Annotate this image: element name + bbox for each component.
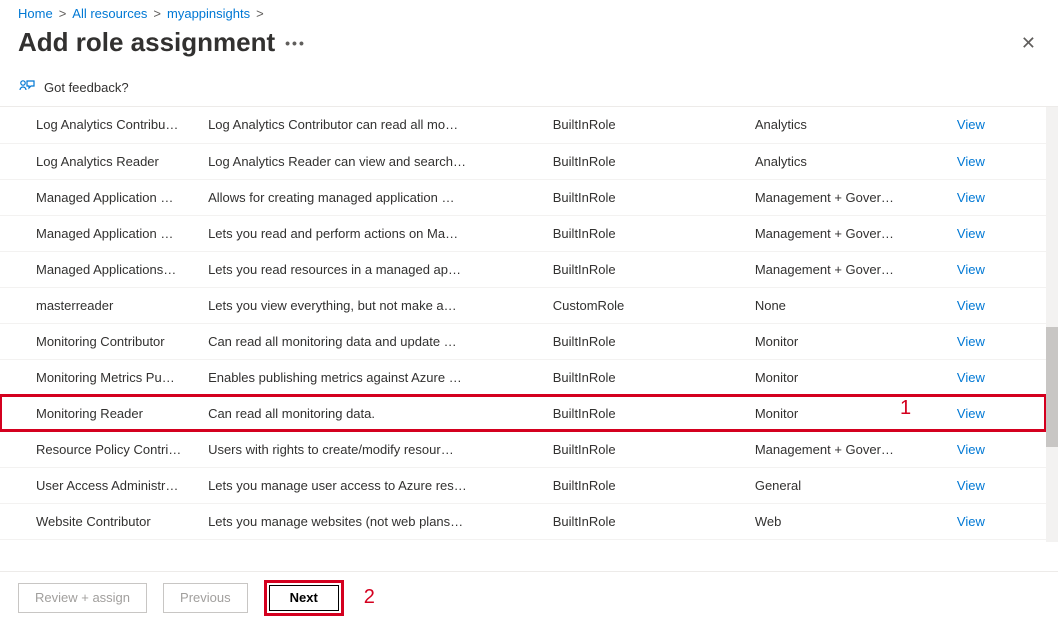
role-type: CustomRole [547, 287, 749, 323]
role-category: Analytics [749, 143, 951, 179]
chevron-right-icon: > [59, 6, 67, 21]
table-row[interactable]: User Access Administr…Lets you manage us… [0, 467, 1046, 503]
role-category: Management + Gover… [749, 431, 951, 467]
role-name: Website Contributor [0, 503, 202, 539]
role-category: Management + Gover… [749, 179, 951, 215]
breadcrumb: Home > All resources > myappinsights > [0, 0, 1058, 23]
role-type: BuiltInRole [547, 359, 749, 395]
role-name: Managed Application … [0, 215, 202, 251]
next-button[interactable]: Next [269, 585, 339, 611]
role-description: Lets you read and perform actions on Ma… [202, 215, 547, 251]
role-category: Monitor [749, 323, 951, 359]
role-name: Monitoring Metrics Pu… [0, 359, 202, 395]
feedback-icon[interactable] [18, 78, 36, 96]
role-name: Monitoring Reader [0, 395, 202, 431]
chevron-right-icon: > [256, 6, 264, 21]
role-description: Can read all monitoring data. [202, 395, 547, 431]
role-type: BuiltInRole [547, 431, 749, 467]
view-link[interactable]: View [957, 117, 985, 132]
view-link[interactable]: View [957, 190, 985, 205]
chevron-right-icon: > [153, 6, 161, 21]
role-description: Log Analytics Contributor can read all m… [202, 107, 547, 143]
review-assign-button: Review + assign [18, 583, 147, 613]
view-link[interactable]: View [957, 154, 985, 169]
role-description: Lets you view everything, but not make a… [202, 287, 547, 323]
page-title: Add role assignment ••• [18, 27, 306, 58]
table-row[interactable]: Managed Application …Lets you read and p… [0, 215, 1046, 251]
role-description: Lets you manage user access to Azure res… [202, 467, 547, 503]
role-name: Managed Application … [0, 179, 202, 215]
breadcrumb-all-resources[interactable]: All resources [72, 6, 147, 21]
role-type: BuiltInRole [547, 107, 749, 143]
role-category: General [749, 467, 951, 503]
role-name: Log Analytics Reader [0, 143, 202, 179]
role-category: Management + Gover… [749, 215, 951, 251]
view-link[interactable]: View [957, 334, 985, 349]
table-row[interactable]: Log Analytics ReaderLog Analytics Reader… [0, 143, 1046, 179]
role-category: None [749, 287, 951, 323]
role-description: Can read all monitoring data and update … [202, 323, 547, 359]
table-row[interactable]: Monitoring Metrics Pu…Enables publishing… [0, 359, 1046, 395]
view-link[interactable]: View [957, 226, 985, 241]
footer-actions: Review + assign Previous Next 2 [0, 571, 1058, 623]
role-type: BuiltInRole [547, 395, 749, 431]
view-link[interactable]: View [957, 370, 985, 385]
view-link[interactable]: View [957, 478, 985, 493]
role-description: Allows for creating managed application … [202, 179, 547, 215]
role-type: BuiltInRole [547, 179, 749, 215]
table-row[interactable]: Resource Policy Contri…Users with rights… [0, 431, 1046, 467]
role-category: Monitor [749, 359, 951, 395]
table-row[interactable]: masterreaderLets you view everything, bu… [0, 287, 1046, 323]
role-description: Log Analytics Reader can view and search… [202, 143, 547, 179]
more-icon[interactable]: ••• [285, 35, 306, 51]
role-category: Analytics [749, 107, 951, 143]
role-description: Lets you manage websites (not web plans… [202, 503, 547, 539]
roles-table: Log Analytics Contribu…Log Analytics Con… [0, 106, 1058, 542]
breadcrumb-home[interactable]: Home [18, 6, 53, 21]
role-description: Users with rights to create/modify resou… [202, 431, 547, 467]
role-description: Enables publishing metrics against Azure… [202, 359, 547, 395]
role-type: BuiltInRole [547, 503, 749, 539]
table-row[interactable]: Website ContributorLets you manage websi… [0, 503, 1046, 539]
view-link[interactable]: View [957, 262, 985, 277]
role-name: Resource Policy Contri… [0, 431, 202, 467]
role-type: BuiltInRole [547, 215, 749, 251]
role-name: masterreader [0, 287, 202, 323]
next-button-highlight: Next [264, 580, 344, 616]
previous-button: Previous [163, 583, 248, 613]
close-icon[interactable]: ✕ [1017, 29, 1040, 58]
role-type: BuiltInRole [547, 251, 749, 287]
table-row[interactable]: Managed Applications…Lets you read resou… [0, 251, 1046, 287]
role-type: BuiltInRole [547, 143, 749, 179]
table-row[interactable]: Log Analytics Contribu…Log Analytics Con… [0, 107, 1046, 143]
annotation-1: 1 [900, 397, 1058, 420]
role-type: BuiltInRole [547, 323, 749, 359]
role-category: Management + Gover… [749, 251, 951, 287]
table-row[interactable]: Monitoring ContributorCan read all monit… [0, 323, 1046, 359]
role-name: Managed Applications… [0, 251, 202, 287]
role-name: Monitoring Contributor [0, 323, 202, 359]
role-name: User Access Administr… [0, 467, 202, 503]
role-category: Web [749, 503, 951, 539]
scrollbar-thumb[interactable] [1046, 327, 1058, 447]
feedback-link[interactable]: Got feedback? [44, 80, 129, 95]
table-row[interactable]: Managed Application …Allows for creating… [0, 179, 1046, 215]
breadcrumb-resource[interactable]: myappinsights [167, 6, 250, 21]
role-description: Lets you read resources in a managed ap… [202, 251, 547, 287]
role-name: Log Analytics Contribu… [0, 107, 202, 143]
view-link[interactable]: View [957, 514, 985, 529]
annotation-2: 2 [364, 586, 375, 609]
role-type: BuiltInRole [547, 467, 749, 503]
table-row[interactable]: Monitoring ReaderCan read all monitoring… [0, 395, 1046, 431]
scrollbar[interactable] [1046, 107, 1058, 542]
view-link[interactable]: View [957, 298, 985, 313]
view-link[interactable]: View [957, 442, 985, 457]
